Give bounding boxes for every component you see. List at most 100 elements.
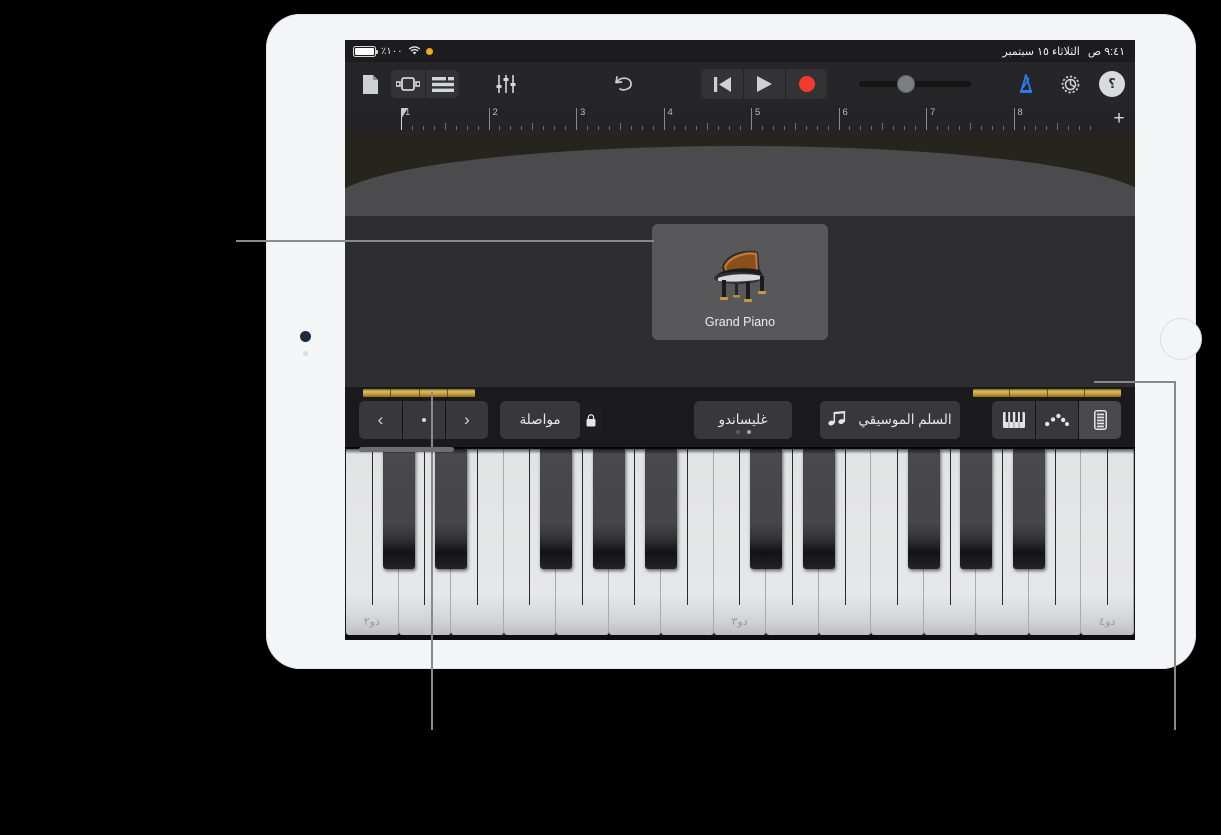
ruler-subtick [499,126,501,130]
record-button[interactable] [785,69,827,99]
key-guide-line [529,449,531,605]
black-key[interactable] [750,449,783,569]
status-bar-time: ٩:٤١ ص [1087,45,1125,58]
record-icon [798,76,815,92]
glissando-label: غليساندو [718,412,768,427]
black-key[interactable] [382,449,415,569]
settings-button[interactable] [1055,70,1085,98]
black-key[interactable] [435,449,468,569]
glissando-button[interactable]: غليساندو [694,401,792,439]
transport-controls [701,69,827,99]
keyboard-scroll-indicator[interactable] [359,447,454,452]
chevron-left-icon: ‹ [377,410,384,429]
ruler-subtick [532,123,534,130]
octave-dot-icon [422,418,426,422]
ruler-subtick [718,126,720,130]
key-label: دو٢ [363,616,380,628]
sustain-lock-button[interactable] [580,401,602,439]
black-key[interactable] [907,449,940,569]
help-button[interactable]: ؟ [1099,71,1125,97]
lock-icon [586,413,596,426]
ruler-subtick [1002,126,1004,130]
white-key[interactable]: دو٤ [1081,449,1134,635]
octave-indicator[interactable] [402,401,445,439]
ruler-subtick [794,123,796,130]
rewind-button[interactable] [701,69,743,99]
black-key[interactable] [540,449,573,569]
sliders-icon [496,75,516,93]
ruler-subtick [729,126,731,130]
ruler-subtick [958,126,960,130]
orange-dot-icon [425,47,433,55]
battery-icon [353,45,378,57]
wifi-icon [408,46,421,56]
ruler-subtick [1046,126,1048,130]
black-key[interactable] [802,449,835,569]
master-volume-slider[interactable] [859,70,979,98]
tracks-view-button[interactable] [391,70,425,98]
callout-view-buttons-horizontal [1094,381,1176,383]
ruler-subtick [422,126,424,130]
piano-keyboard[interactable]: دو٢ دو٣ دو٤ [345,447,1135,640]
ruler-subtick [696,126,698,130]
chevron-right-icon: › [464,410,470,429]
black-key[interactable] [645,449,678,569]
add-track-button[interactable]: + [1109,109,1129,129]
metronome-button[interactable] [1011,70,1041,98]
key-guide-line [897,449,899,605]
list-icon [431,76,454,92]
key-label: دو٣ [731,616,748,628]
black-key[interactable] [960,449,993,569]
scale-label: السلم الموسيقي [858,412,952,427]
instrument-card-grand-piano[interactable]: Grand Piano [652,224,828,340]
playhead[interactable] [401,108,409,130]
timeline-ruler[interactable]: 12345678 + [345,106,1135,132]
loop-browser-button[interactable] [425,70,459,98]
sustain-button[interactable]: مواصلة [500,401,580,439]
black-key[interactable] [1012,449,1045,569]
play-icon [757,76,772,92]
ruler-subtick [893,126,895,130]
undo-arrow-icon [615,76,632,91]
screenshot-root: ٪١٠٠ ٩:٤١ ص الثلاثاء ١٥ سبتمبر ؟ 1 2 3 4… [0,0,1221,835]
ruler-subtick [827,126,829,130]
gear-icon [1061,75,1079,93]
arpeggio-dots-icon [1045,413,1069,427]
ruler-subtick [772,126,774,130]
slider-knob[interactable] [897,75,915,93]
key-guide-line [581,449,583,605]
ruler-subtick [608,126,610,130]
play-button[interactable] [743,69,785,99]
navigation-button[interactable] [355,70,385,98]
octave-up-button[interactable]: › [445,401,488,439]
ambient-sensor [303,351,308,356]
arpeggiator-button[interactable] [1035,401,1078,439]
ruler-subtick [444,123,446,130]
scale-button[interactable]: السلم الموسيقي [820,401,960,439]
eighth-notes-icon [828,410,848,430]
key-guide-line [1107,449,1109,605]
key-guide-line [686,449,688,605]
ruler-subtick [411,126,413,130]
octave-down-button[interactable]: ‹ [359,401,402,439]
ruler-subtick [936,126,938,130]
home-button[interactable] [1160,318,1202,360]
ruler-subtick [554,126,556,130]
ruler-subtick [904,126,906,130]
key-label: دو٤ [1099,616,1116,628]
ruler-subtick [674,126,676,130]
key-guide-line [949,449,951,605]
ruler-subtick [805,126,807,130]
velocity-strip-button[interactable] [1078,401,1121,439]
keyboard-view-button[interactable] [992,401,1035,439]
undo-button[interactable] [609,70,639,98]
black-key[interactable] [592,449,625,569]
status-bar-right: ٩:٤١ ص الثلاثاء ١٥ سبتمبر [1002,45,1135,58]
ruler-subtick [707,123,709,130]
ruler-subtick [543,126,545,130]
ruler-bar-7: 7 [926,108,935,130]
key-guide-line [1002,449,1004,605]
mixer-button[interactable] [491,70,521,98]
ruler-subtick [915,126,917,130]
ruler-subtick [641,126,643,130]
